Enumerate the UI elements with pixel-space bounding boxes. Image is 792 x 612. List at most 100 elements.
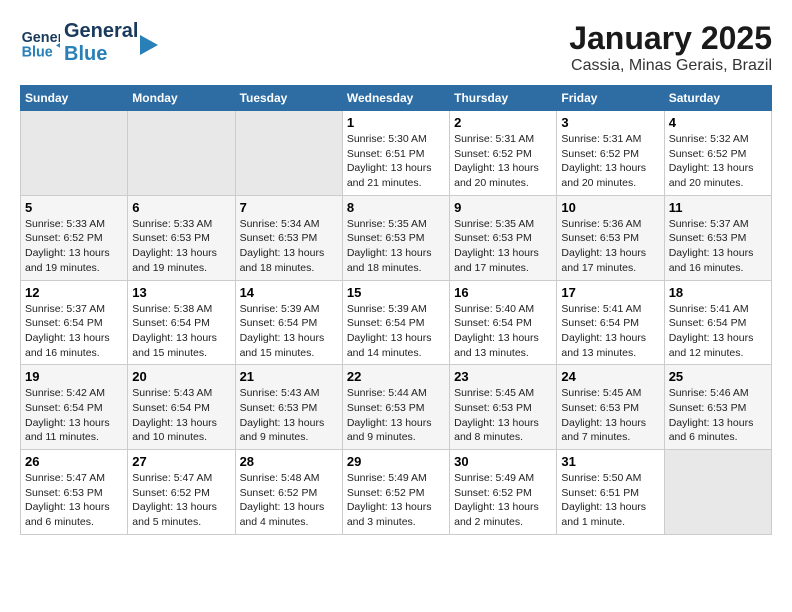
day-sunrise: Sunrise: 5:42 AM (25, 387, 105, 399)
calendar-cell: 16 Sunrise: 5:40 AM Sunset: 6:54 PM Dayl… (450, 280, 557, 365)
day-daylight: Daylight: 13 hours and 5 minutes. (132, 501, 217, 528)
day-number: 13 (132, 285, 230, 300)
day-sunrise: Sunrise: 5:43 AM (240, 387, 320, 399)
day-sunrise: Sunrise: 5:47 AM (132, 472, 212, 484)
day-number: 24 (561, 369, 659, 384)
day-number: 6 (132, 200, 230, 215)
calendar-body: 1 Sunrise: 5:30 AM Sunset: 6:51 PM Dayli… (21, 111, 772, 535)
calendar-cell: 14 Sunrise: 5:39 AM Sunset: 6:54 PM Dayl… (235, 280, 342, 365)
day-daylight: Daylight: 13 hours and 3 minutes. (347, 501, 432, 528)
day-daylight: Daylight: 13 hours and 9 minutes. (347, 417, 432, 444)
day-daylight: Daylight: 13 hours and 19 minutes. (132, 247, 217, 274)
day-daylight: Daylight: 13 hours and 10 minutes. (132, 417, 217, 444)
day-daylight: Daylight: 13 hours and 9 minutes. (240, 417, 325, 444)
day-number: 27 (132, 454, 230, 469)
calendar-cell: 24 Sunrise: 5:45 AM Sunset: 6:53 PM Dayl… (557, 365, 664, 450)
day-sunrise: Sunrise: 5:49 AM (347, 472, 427, 484)
day-sunset: Sunset: 6:54 PM (347, 317, 425, 329)
calendar-cell: 5 Sunrise: 5:33 AM Sunset: 6:52 PM Dayli… (21, 195, 128, 280)
calendar-cell: 26 Sunrise: 5:47 AM Sunset: 6:53 PM Dayl… (21, 450, 128, 535)
calendar-cell: 21 Sunrise: 5:43 AM Sunset: 6:53 PM Dayl… (235, 365, 342, 450)
day-daylight: Daylight: 13 hours and 16 minutes. (25, 332, 110, 359)
day-number: 2 (454, 115, 552, 130)
day-daylight: Daylight: 13 hours and 20 minutes. (561, 162, 646, 189)
weekday-header-tuesday: Tuesday (235, 86, 342, 111)
day-sunrise: Sunrise: 5:48 AM (240, 472, 320, 484)
day-number: 20 (132, 369, 230, 384)
calendar-week-row: 5 Sunrise: 5:33 AM Sunset: 6:52 PM Dayli… (21, 195, 772, 280)
svg-text:General: General (22, 30, 60, 46)
day-sunset: Sunset: 6:53 PM (561, 232, 639, 244)
day-sunrise: Sunrise: 5:31 AM (454, 133, 534, 145)
day-number: 29 (347, 454, 445, 469)
day-sunset: Sunset: 6:52 PM (454, 487, 532, 499)
day-daylight: Daylight: 13 hours and 2 minutes. (454, 501, 539, 528)
day-sunrise: Sunrise: 5:49 AM (454, 472, 534, 484)
logo-line2: Blue (64, 43, 138, 66)
day-sunset: Sunset: 6:52 PM (454, 148, 532, 160)
calendar-cell: 12 Sunrise: 5:37 AM Sunset: 6:54 PM Dayl… (21, 280, 128, 365)
day-number: 21 (240, 369, 338, 384)
calendar-cell: 6 Sunrise: 5:33 AM Sunset: 6:53 PM Dayli… (128, 195, 235, 280)
day-sunset: Sunset: 6:52 PM (669, 148, 747, 160)
day-sunrise: Sunrise: 5:39 AM (240, 303, 320, 315)
day-sunset: Sunset: 6:54 PM (25, 317, 103, 329)
day-sunrise: Sunrise: 5:35 AM (454, 218, 534, 230)
calendar-week-row: 1 Sunrise: 5:30 AM Sunset: 6:51 PM Dayli… (21, 111, 772, 196)
day-daylight: Daylight: 13 hours and 18 minutes. (240, 247, 325, 274)
day-daylight: Daylight: 13 hours and 17 minutes. (454, 247, 539, 274)
day-number: 5 (25, 200, 123, 215)
calendar-cell: 17 Sunrise: 5:41 AM Sunset: 6:54 PM Dayl… (557, 280, 664, 365)
day-number: 10 (561, 200, 659, 215)
day-sunrise: Sunrise: 5:45 AM (561, 387, 641, 399)
calendar-cell: 29 Sunrise: 5:49 AM Sunset: 6:52 PM Dayl… (342, 450, 449, 535)
calendar-cell: 22 Sunrise: 5:44 AM Sunset: 6:53 PM Dayl… (342, 365, 449, 450)
calendar-cell (21, 111, 128, 196)
day-number: 9 (454, 200, 552, 215)
calendar-cell (664, 450, 771, 535)
logo-line1: General (64, 20, 138, 43)
day-number: 8 (347, 200, 445, 215)
page-header: General Blue General Blue January 2025 C… (20, 20, 772, 75)
weekday-header-monday: Monday (128, 86, 235, 111)
day-sunset: Sunset: 6:53 PM (669, 232, 747, 244)
day-sunrise: Sunrise: 5:33 AM (25, 218, 105, 230)
calendar-week-row: 26 Sunrise: 5:47 AM Sunset: 6:53 PM Dayl… (21, 450, 772, 535)
day-number: 23 (454, 369, 552, 384)
day-sunset: Sunset: 6:52 PM (132, 487, 210, 499)
day-sunset: Sunset: 6:52 PM (347, 487, 425, 499)
calendar-cell: 15 Sunrise: 5:39 AM Sunset: 6:54 PM Dayl… (342, 280, 449, 365)
day-sunset: Sunset: 6:52 PM (561, 148, 639, 160)
calendar-cell: 11 Sunrise: 5:37 AM Sunset: 6:53 PM Dayl… (664, 195, 771, 280)
day-daylight: Daylight: 13 hours and 13 minutes. (561, 332, 646, 359)
weekday-header-row: SundayMondayTuesdayWednesdayThursdayFrid… (21, 86, 772, 111)
day-daylight: Daylight: 13 hours and 15 minutes. (240, 332, 325, 359)
day-sunrise: Sunrise: 5:50 AM (561, 472, 641, 484)
day-daylight: Daylight: 13 hours and 6 minutes. (669, 417, 754, 444)
day-daylight: Daylight: 13 hours and 20 minutes. (669, 162, 754, 189)
day-daylight: Daylight: 13 hours and 13 minutes. (454, 332, 539, 359)
calendar-cell: 4 Sunrise: 5:32 AM Sunset: 6:52 PM Dayli… (664, 111, 771, 196)
calendar-cell (128, 111, 235, 196)
day-sunset: Sunset: 6:53 PM (454, 402, 532, 414)
day-sunset: Sunset: 6:54 PM (669, 317, 747, 329)
day-number: 28 (240, 454, 338, 469)
calendar-cell: 28 Sunrise: 5:48 AM Sunset: 6:52 PM Dayl… (235, 450, 342, 535)
day-sunset: Sunset: 6:53 PM (347, 232, 425, 244)
day-daylight: Daylight: 13 hours and 18 minutes. (347, 247, 432, 274)
day-daylight: Daylight: 13 hours and 16 minutes. (669, 247, 754, 274)
calendar-cell: 1 Sunrise: 5:30 AM Sunset: 6:51 PM Dayli… (342, 111, 449, 196)
day-number: 18 (669, 285, 767, 300)
calendar-cell: 13 Sunrise: 5:38 AM Sunset: 6:54 PM Dayl… (128, 280, 235, 365)
day-sunset: Sunset: 6:53 PM (454, 232, 532, 244)
day-sunrise: Sunrise: 5:33 AM (132, 218, 212, 230)
day-daylight: Daylight: 13 hours and 6 minutes. (25, 501, 110, 528)
day-daylight: Daylight: 13 hours and 17 minutes. (561, 247, 646, 274)
calendar-cell: 3 Sunrise: 5:31 AM Sunset: 6:52 PM Dayli… (557, 111, 664, 196)
day-sunrise: Sunrise: 5:37 AM (25, 303, 105, 315)
weekday-header-friday: Friday (557, 86, 664, 111)
day-sunset: Sunset: 6:54 PM (561, 317, 639, 329)
calendar-cell: 18 Sunrise: 5:41 AM Sunset: 6:54 PM Dayl… (664, 280, 771, 365)
calendar-week-row: 19 Sunrise: 5:42 AM Sunset: 6:54 PM Dayl… (21, 365, 772, 450)
calendar-cell: 2 Sunrise: 5:31 AM Sunset: 6:52 PM Dayli… (450, 111, 557, 196)
